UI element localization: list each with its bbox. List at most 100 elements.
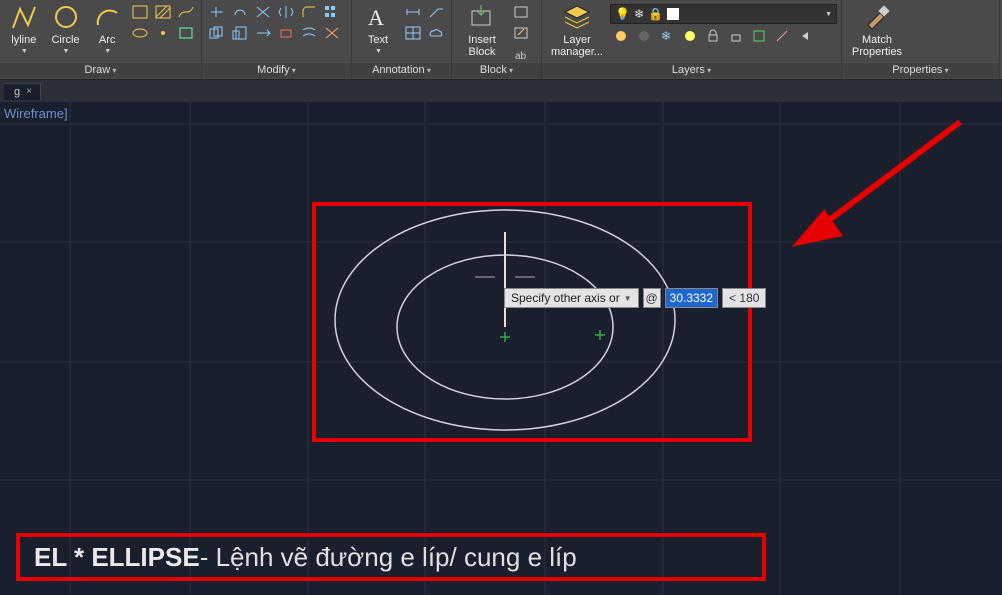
panel-layers: Layer manager... 💡 ❄ 🔒 ▼ ❄ bbox=[542, 0, 842, 79]
svg-text:❄: ❄ bbox=[661, 29, 671, 43]
panel-annotation: A Text ▼ Annotation bbox=[352, 0, 452, 79]
rotate-icon[interactable] bbox=[229, 2, 251, 22]
array-icon[interactable] bbox=[321, 2, 343, 22]
erase-icon[interactable] bbox=[275, 23, 297, 43]
distance-input[interactable]: 30.3332 bbox=[665, 288, 718, 308]
insert-block-label: Insert Block bbox=[468, 34, 496, 58]
insert-block-icon bbox=[467, 2, 497, 32]
insert-block-button[interactable]: Insert Block bbox=[456, 2, 508, 62]
caption-box: EL * ELLIPSE - Lệnh vẽ đường e líp/ cung… bbox=[16, 533, 766, 581]
offset-icon[interactable] bbox=[298, 23, 320, 43]
chevron-down-icon: ▼ bbox=[104, 48, 111, 55]
layer-unlock-icon[interactable] bbox=[725, 26, 747, 46]
close-icon[interactable]: × bbox=[26, 86, 32, 97]
scale-icon[interactable] bbox=[229, 23, 251, 43]
polyline-label: lyline bbox=[11, 34, 36, 46]
copy-icon[interactable] bbox=[206, 23, 228, 43]
ellipse-icon[interactable] bbox=[129, 23, 151, 43]
table-icon[interactable] bbox=[402, 23, 424, 43]
chevron-down-icon: ▼ bbox=[825, 11, 832, 18]
polyline-button[interactable]: lyline ▼ bbox=[4, 2, 44, 62]
arc-icon bbox=[92, 2, 122, 32]
panel-draw: lyline ▼ Circle ▼ Arc ▼ bbox=[0, 0, 202, 79]
text-icon: A bbox=[363, 2, 393, 32]
layer-manager-label: Layer manager... bbox=[551, 34, 603, 58]
trim-icon[interactable] bbox=[252, 2, 274, 22]
layer-thaw-icon[interactable] bbox=[679, 26, 701, 46]
match-properties-button[interactable]: Match Properties bbox=[846, 2, 908, 62]
circle-button[interactable]: Circle ▼ bbox=[46, 2, 86, 62]
chevron-down-icon: ▼ bbox=[375, 48, 382, 55]
match-properties-label: Match Properties bbox=[852, 34, 902, 58]
arc-label: Arc bbox=[99, 34, 116, 46]
layer-color-swatch bbox=[667, 8, 679, 20]
layer-freeze-icon[interactable]: ❄ bbox=[656, 26, 678, 46]
ribbon: lyline ▼ Circle ▼ Arc ▼ bbox=[0, 0, 1002, 80]
angle-value: 180 bbox=[739, 291, 759, 305]
panel-label-annotation[interactable]: Annotation bbox=[352, 63, 451, 78]
angle-input[interactable]: < 180 bbox=[722, 288, 766, 308]
arc-button[interactable]: Arc ▼ bbox=[87, 2, 127, 62]
caption-command: EL * ELLIPSE bbox=[34, 542, 200, 573]
panel-label-block[interactable]: Block bbox=[452, 63, 541, 78]
edit-block-icon[interactable] bbox=[510, 23, 532, 43]
modify-tools bbox=[206, 2, 343, 43]
layer-isolate-icon[interactable] bbox=[748, 26, 770, 46]
paintbrush-icon bbox=[862, 2, 892, 32]
rectangle-icon[interactable] bbox=[129, 2, 151, 22]
text-label: Text bbox=[368, 34, 388, 46]
attribute-icon[interactable]: ab bbox=[510, 44, 532, 64]
layer-on-icon[interactable] bbox=[610, 26, 632, 46]
dimension-icon[interactable] bbox=[402, 2, 424, 22]
drawing-canvas bbox=[0, 102, 1002, 595]
prompt-text: Specify other axis or bbox=[511, 291, 620, 305]
angle-prefix: < bbox=[729, 291, 736, 305]
layer-prev-icon[interactable] bbox=[794, 26, 816, 46]
circle-icon bbox=[51, 2, 81, 32]
svg-text:ab: ab bbox=[515, 51, 527, 61]
polyline-icon bbox=[9, 2, 39, 32]
drawing-viewport[interactable]: Wireframe] bbox=[0, 102, 1002, 595]
lock-icon: 🔒 bbox=[648, 7, 663, 21]
stretch-icon[interactable] bbox=[252, 23, 274, 43]
leader-icon[interactable] bbox=[425, 2, 447, 22]
point-icon[interactable] bbox=[152, 23, 174, 43]
document-tab[interactable]: g × bbox=[4, 83, 41, 100]
fillet-icon[interactable] bbox=[298, 2, 320, 22]
circle-label: Circle bbox=[51, 34, 79, 46]
mirror-icon[interactable] bbox=[275, 2, 297, 22]
hatch-icon[interactable] bbox=[152, 2, 174, 22]
layer-dropdown[interactable]: 💡 ❄ 🔒 ▼ bbox=[610, 4, 837, 24]
command-prompt: Specify other axis or ▼ bbox=[504, 288, 639, 308]
create-block-icon[interactable] bbox=[510, 2, 532, 22]
annotation-tools bbox=[402, 2, 447, 43]
text-button[interactable]: A Text ▼ bbox=[356, 2, 400, 62]
layer-controls: 💡 ❄ 🔒 ▼ ❄ bbox=[610, 2, 837, 46]
chevron-down-icon: ▼ bbox=[63, 48, 70, 55]
panel-label-properties[interactable]: Properties bbox=[842, 63, 999, 78]
layer-manager-button[interactable]: Layer manager... bbox=[546, 2, 608, 62]
chevron-down-icon: ▼ bbox=[21, 48, 28, 55]
spline-icon[interactable] bbox=[175, 2, 197, 22]
draw-small-tools bbox=[129, 2, 197, 43]
block-tools: ab bbox=[510, 2, 532, 64]
panel-label-modify[interactable]: Modify bbox=[202, 63, 351, 78]
chevron-down-icon[interactable]: ▼ bbox=[624, 294, 632, 303]
at-symbol: @ bbox=[643, 288, 661, 308]
panel-label-layers[interactable]: Layers bbox=[542, 63, 841, 78]
cloud-icon[interactable] bbox=[425, 23, 447, 43]
panel-block: Insert Block ab Block bbox=[452, 0, 542, 79]
bulb-icon: 💡 bbox=[615, 7, 630, 21]
explode-icon[interactable] bbox=[321, 23, 343, 43]
svg-text:A: A bbox=[368, 5, 384, 30]
layer-match-icon[interactable] bbox=[771, 26, 793, 46]
layer-lock-icon[interactable] bbox=[702, 26, 724, 46]
layers-icon bbox=[562, 2, 592, 32]
layer-off-icon[interactable] bbox=[633, 26, 655, 46]
layer-tools: ❄ bbox=[610, 26, 837, 46]
panel-label-draw[interactable]: Draw bbox=[0, 63, 201, 78]
move-icon[interactable] bbox=[206, 2, 228, 22]
dynamic-input: Specify other axis or ▼ @ 30.3332 < 180 bbox=[504, 288, 766, 308]
freeze-icon: ❄ bbox=[634, 7, 644, 21]
region-icon[interactable] bbox=[175, 23, 197, 43]
